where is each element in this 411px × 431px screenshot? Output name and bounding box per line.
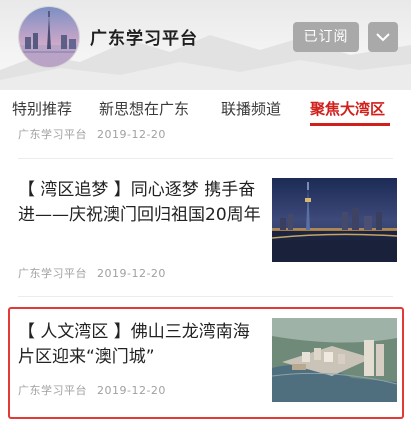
channel-name: 广东学习平台 — [90, 29, 198, 49]
tab-special-recommend[interactable]: 特别推荐 — [12, 98, 72, 119]
list-divider — [18, 296, 393, 297]
article-source: 广东学习平台 — [18, 128, 87, 141]
article-source: 广东学习平台 — [18, 267, 87, 280]
channel-tabs: 特别推荐 新思想在广东 联播频道 聚焦大湾区 — [0, 90, 411, 126]
article-date: 2019-12-20 — [97, 128, 166, 141]
channel-header: 广东学习平台 已订阅 — [0, 0, 411, 90]
tab-greater-bay-area[interactable]: 聚焦大湾区 — [310, 98, 385, 119]
channel-avatar[interactable] — [18, 6, 80, 68]
article-date: 2019-12-20 — [97, 384, 166, 397]
list-divider — [18, 158, 393, 159]
article-title[interactable]: 【 湾区追梦 】同心逐梦 携手奋进——庆祝澳门回归祖国20周年 — [18, 178, 263, 228]
subscribed-button[interactable]: 已订阅 — [293, 22, 359, 52]
chevron-down-icon — [376, 33, 390, 42]
tab-new-thought[interactable]: 新思想在广东 — [99, 98, 189, 119]
channel-page: 广东学习平台 已订阅 特别推荐 新思想在广东 联播频道 聚焦大湾区 广东学习平台… — [0, 0, 411, 431]
article-thumbnail-foshan-aerial[interactable] — [272, 318, 397, 402]
article-date: 2019-12-20 — [97, 267, 166, 280]
article-meta: 广东学习平台 2019-12-20 — [18, 126, 166, 142]
article-thumbnail-macau-night[interactable] — [272, 178, 397, 262]
article-meta: 广东学习平台 2019-12-20 — [18, 265, 166, 281]
article-meta: 广东学习平台 2019-12-20 — [18, 382, 166, 398]
article-title[interactable]: 【 人文湾区 】佛山三龙湾南海片区迎来“澳门城” — [18, 320, 263, 370]
more-dropdown-button[interactable] — [368, 22, 398, 52]
article-source: 广东学习平台 — [18, 384, 87, 397]
tab-broadcast-channel[interactable]: 联播频道 — [221, 98, 281, 119]
active-tab-indicator — [310, 123, 390, 126]
